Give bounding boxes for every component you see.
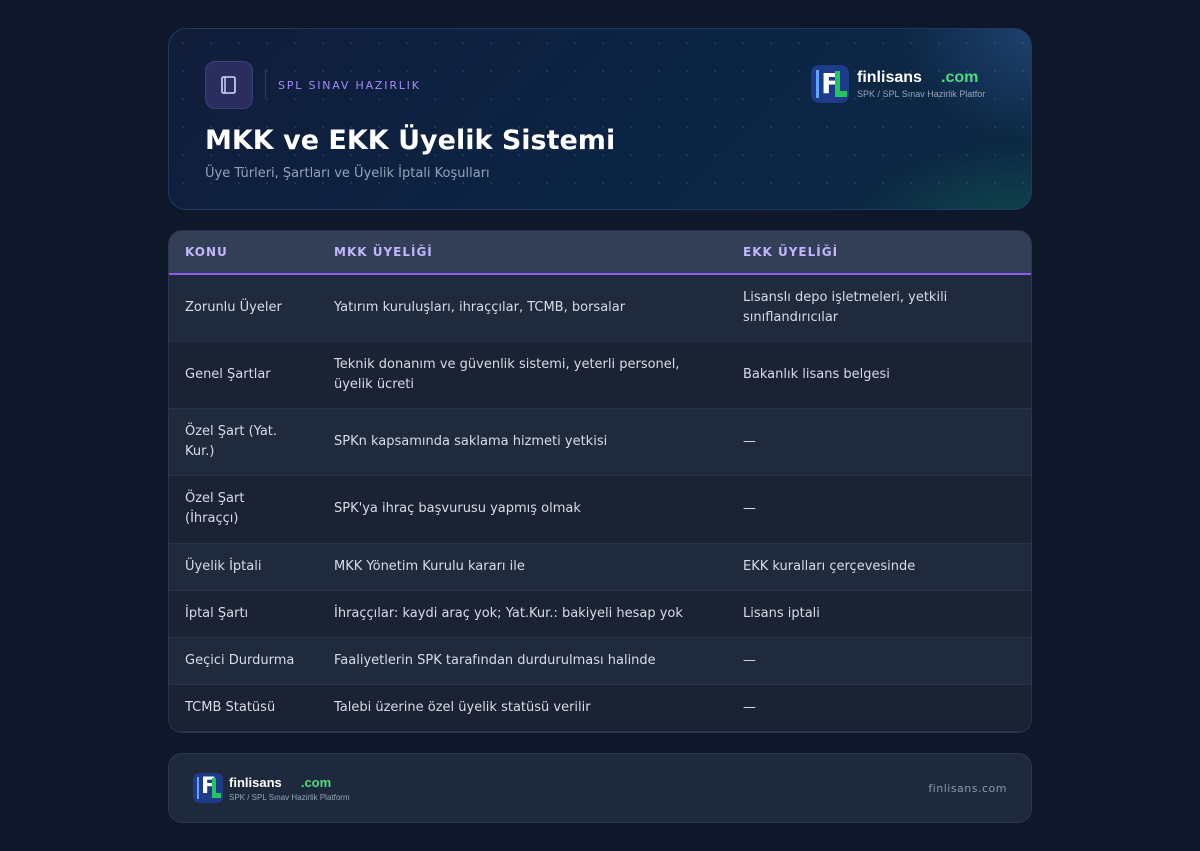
table-row: İptal Şartı İhraççılar: kaydi araç yok; … [169,590,1031,638]
header-brand-logo[interactable]: F finlisans .com SPK / SPL Sınav Hazirli… [811,65,985,103]
column-header-mkk: MKK ÜYELİĞİ [318,231,727,275]
cell-mkk: İhraççılar: kaydi araç yok; Yat.Kur.: ba… [318,590,727,638]
cell-konu: Özel Şart (İhraççı) [169,475,318,544]
footer-card: F finlisans .com SPK / SPL Sınav Hazirli… [168,753,1032,823]
footer-site-link[interactable]: finlisans.com [928,782,1007,795]
table-row: Genel Şartlar Teknik donanım ve güvenlik… [169,341,1031,409]
cell-mkk: Faaliyetlerin SPK tarafından durdurulmas… [318,637,727,685]
header-kicker: SPL SINAV HAZIRLIK [278,79,421,92]
table-row: Üyelik İptali MKK Yönetim Kurulu kararı … [169,543,1031,591]
cell-ekk: EKK kuralları çerçevesinde [727,543,1031,591]
cell-konu: Üyelik İptali [169,543,318,591]
cell-konu: Geçici Durdurma [169,637,318,685]
comparison-table: KONU MKK ÜYELİĞİ EKK ÜYELİĞİ Zorunlu Üye… [169,231,1031,732]
cell-mkk: Yatırım kuruluşları, ihraççılar, TCMB, b… [318,274,727,342]
dot-pattern [169,29,1031,209]
column-header-konu: KONU [169,231,318,275]
cell-ekk: — [727,408,1031,476]
book-icon-glyph [221,76,236,94]
cell-konu: TCMB Statüsü [169,684,318,732]
footer-brand-name: finlisans [229,775,282,791]
cell-ekk: Lisanslı depo işletmeleri, yetkili sınıf… [727,274,1031,342]
footer-brand-tagline: SPK / SPL Sınav Hazirlik Platform [229,792,350,802]
comparison-table-card: KONU MKK ÜYELİĞİ EKK ÜYELİĞİ Zorunlu Üye… [168,230,1032,733]
cell-konu: Genel Şartlar [169,341,318,409]
footer-brand-suffix: .com [300,775,332,791]
header-card: SPL SINAV HAZIRLIK MKK ve EKK Üyelik Sis… [168,28,1032,210]
finlisans-logo-icon: F [193,773,223,803]
footer-brand-logo[interactable]: F finlisans .com SPK / SPL Sınav Hazirli… [193,773,350,803]
table-row: Zorunlu Üyeler Yatırım kuruluşları, ihra… [169,274,1031,342]
finlisans-logo-icon: F [811,65,849,103]
book-icon [205,61,253,109]
table-row: Geçici Durdurma Faaliyetlerin SPK tarafı… [169,637,1031,685]
table-header-row: KONU MKK ÜYELİĞİ EKK ÜYELİĞİ [169,231,1031,275]
cell-konu: Zorunlu Üyeler [169,274,318,342]
cell-ekk: — [727,684,1031,732]
table-row: Özel Şart (İhraççı) SPK'ya ihraç başvuru… [169,475,1031,544]
page-subtitle: Üye Türleri, Şartları ve Üyelik İptali K… [205,166,490,181]
cell-konu: İptal Şartı [169,590,318,638]
cell-konu: Özel Şart (Yat. Kur.) [169,408,318,476]
brand-name: finlisans [857,68,922,86]
cell-mkk: MKK Yönetim Kurulu kararı ile [318,543,727,591]
column-header-ekk: EKK ÜYELİĞİ [727,231,1031,275]
cell-ekk: — [727,475,1031,544]
cell-mkk: Talebi üzerine özel üyelik statüsü veril… [318,684,727,732]
cell-mkk: SPKn kapsamında saklama hizmeti yetkisi [318,408,727,476]
table-row: TCMB Statüsü Talebi üzerine özel üyelik … [169,684,1031,732]
brand-suffix: .com [941,68,979,86]
cell-mkk: Teknik donanım ve güvenlik sistemi, yete… [318,341,727,409]
header-divider [265,69,266,99]
cell-ekk: Lisans iptali [727,590,1031,638]
cell-ekk: Bakanlık lisans belgesi [727,341,1031,409]
table-row: Özel Şart (Yat. Kur.) SPKn kapsamında sa… [169,408,1031,476]
cell-mkk: SPK'ya ihraç başvurusu yapmış olmak [318,475,727,544]
cell-ekk: — [727,637,1031,685]
page-title: MKK ve EKK Üyelik Sistemi [205,125,616,156]
brand-tagline: SPK / SPL Sınav Hazirlik Platfor [857,89,986,100]
